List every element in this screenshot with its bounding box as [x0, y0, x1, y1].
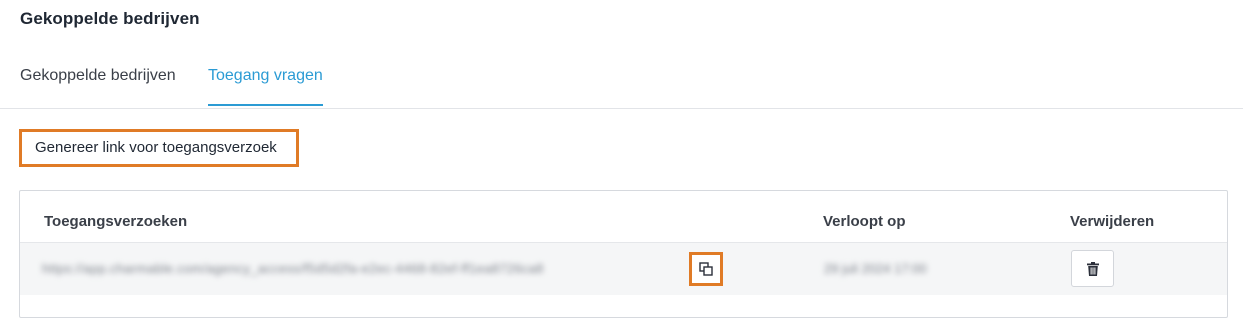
- page-title: Gekoppelde bedrijven: [20, 9, 200, 28]
- tab-toegang-vragen[interactable]: Toegang vragen: [208, 67, 323, 106]
- column-header-requests: Toegangsverzoeken: [44, 213, 188, 230]
- column-header-expires: Verloopt op: [823, 213, 906, 230]
- table-row: https://app.charmable.com/agency_access/…: [20, 243, 1227, 295]
- tab-bar: Gekoppelde bedrijven Toegang vragen: [0, 60, 1243, 109]
- tab-gekoppelde-bedrijven[interactable]: Gekoppelde bedrijven: [20, 67, 176, 106]
- expiry-date: 29 juli 2024 17:00: [824, 261, 927, 276]
- delete-request-button[interactable]: [1071, 250, 1114, 287]
- copy-link-button[interactable]: [689, 252, 723, 286]
- access-requests-table: Toegangsverzoeken Verloopt op Verwijdere…: [19, 190, 1228, 318]
- access-link[interactable]: https://app.charmable.com/agency_access/…: [42, 261, 544, 276]
- generate-access-link-button[interactable]: Genereer link voor toegangsverzoek: [19, 129, 299, 167]
- column-header-delete: Verwijderen: [1070, 213, 1155, 230]
